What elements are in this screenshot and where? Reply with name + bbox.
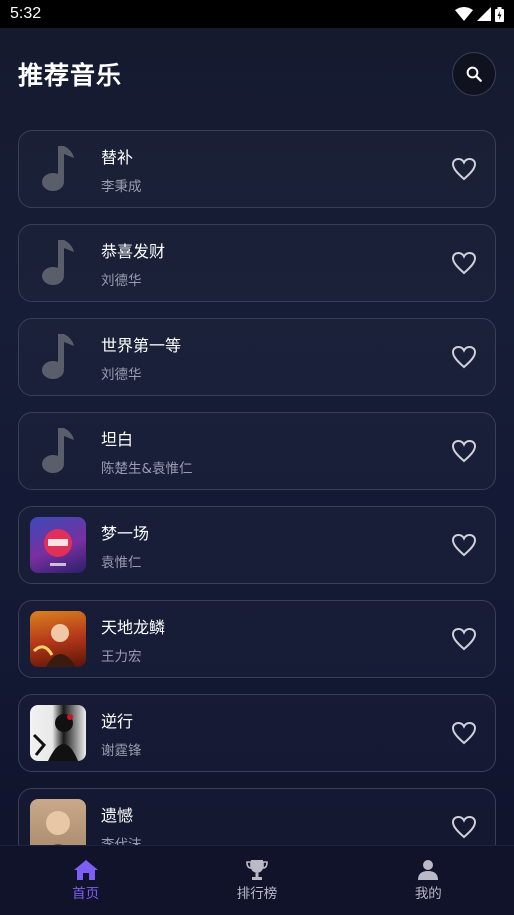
song-title: 世界第一等 — [101, 335, 182, 355]
song-card[interactable]: 恭喜发财 刘德华 — [18, 224, 496, 302]
heart-icon[interactable] — [451, 533, 477, 557]
heart-icon[interactable] — [451, 627, 477, 651]
note-icon — [30, 423, 86, 479]
header: 推荐音乐 — [18, 50, 496, 98]
nav-home[interactable]: 首页 — [26, 859, 146, 902]
song-card[interactable]: 天地龙鳞 王力宏 — [18, 600, 496, 678]
song-artist: 刘德华 — [101, 366, 142, 383]
trophy-icon — [246, 859, 268, 880]
heart-icon[interactable] — [451, 721, 477, 745]
heart-icon[interactable] — [451, 251, 477, 275]
song-artist: 李秉成 — [101, 178, 142, 195]
search-icon — [466, 66, 482, 82]
bottom-nav: 首页 排行榜 我的 — [0, 845, 514, 915]
song-card[interactable]: 遗憾 李代沫 — [18, 788, 496, 846]
song-title: 遗憾 — [101, 805, 134, 825]
nav-profile[interactable]: 我的 — [368, 859, 488, 902]
song-card[interactable]: 世界第一等 刘德华 — [18, 318, 496, 396]
song-title: 恭喜发财 — [101, 241, 166, 261]
wifi-icon — [455, 7, 473, 21]
note-icon — [30, 329, 86, 385]
song-artist: 陈楚生&袁惟仁 — [101, 460, 193, 477]
song-title: 逆行 — [101, 711, 134, 731]
song-title: 替补 — [101, 147, 134, 167]
song-card[interactable]: 坦白 陈楚生&袁惟仁 — [18, 412, 496, 490]
status-time: 5:32 — [10, 5, 42, 22]
album-cover — [30, 705, 86, 761]
song-artist: 刘德华 — [101, 272, 142, 289]
song-card[interactable]: 逆行 谢霆锋 — [18, 694, 496, 772]
song-artist: 袁惟仁 — [101, 554, 142, 571]
signal-icon — [477, 7, 491, 21]
song-title: 梦一场 — [101, 523, 150, 543]
nav-home-label: 首页 — [72, 885, 100, 902]
person-icon — [418, 859, 439, 880]
heart-icon[interactable] — [451, 345, 477, 369]
album-cover — [30, 517, 86, 573]
song-artist: 王力宏 — [101, 648, 142, 665]
song-title: 天地龙鳞 — [101, 617, 166, 637]
song-artist: 谢霆锋 — [101, 742, 142, 759]
heart-icon[interactable] — [451, 439, 477, 463]
nav-ranking-label: 排行榜 — [236, 885, 278, 902]
note-icon — [30, 235, 86, 291]
album-cover — [30, 799, 86, 846]
song-artist: 李代沫 — [101, 836, 142, 847]
album-cover — [30, 611, 86, 667]
heart-icon[interactable] — [451, 815, 477, 839]
note-icon — [30, 141, 86, 197]
song-card[interactable]: 梦一场 袁惟仁 — [18, 506, 496, 584]
heart-icon[interactable] — [451, 157, 477, 181]
page-title: 推荐音乐 — [18, 61, 123, 90]
song-list[interactable]: 替补 李秉成 恭喜发财 刘德华 世界第一等 刘德华 坦白 陈楚生&袁惟仁 梦一场… — [18, 130, 496, 846]
song-card[interactable]: 替补 李秉成 — [18, 130, 496, 208]
nav-ranking[interactable]: 排行榜 — [197, 859, 317, 902]
status-icons — [455, 6, 504, 22]
battery-icon — [495, 6, 504, 22]
status-bar: 5:32 — [0, 0, 514, 28]
song-title: 坦白 — [101, 429, 134, 449]
nav-profile-label: 我的 — [414, 885, 442, 902]
search-button[interactable] — [452, 52, 496, 96]
home-icon — [73, 859, 98, 880]
